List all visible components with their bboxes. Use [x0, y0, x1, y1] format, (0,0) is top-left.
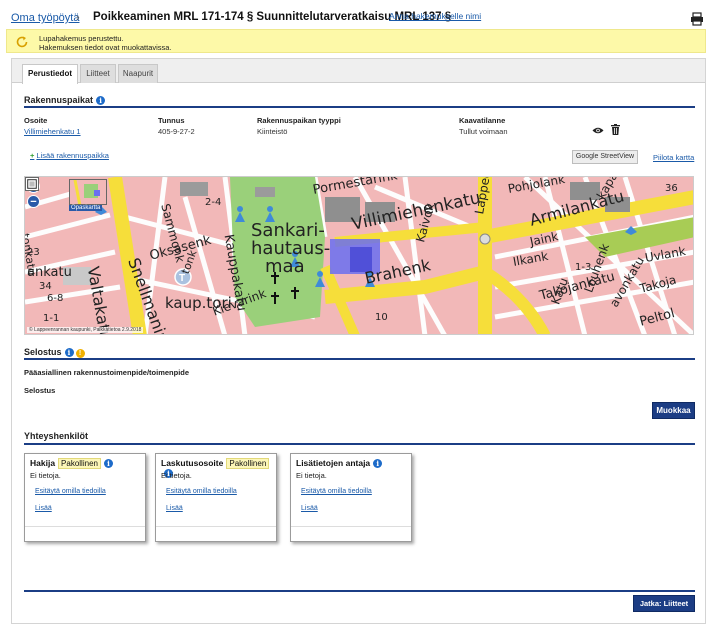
- section-divider: [24, 106, 695, 108]
- section-divider: [24, 358, 695, 360]
- prefill-link[interactable]: Esitäytä omilla tiedoilla: [35, 488, 106, 495]
- card-title-text: Hakija: [30, 458, 56, 468]
- column-header-tunnus: Tunnus: [158, 116, 185, 125]
- map-label: kaup.tori: [165, 294, 232, 312]
- no-data-text: Ei tietoja.: [296, 471, 327, 480]
- add-link[interactable]: Lisää: [166, 505, 183, 512]
- map-label: 2-4: [205, 197, 222, 208]
- warning-icon[interactable]: !: [75, 349, 85, 358]
- primary-action-label: Pääasiallinen rakennustoimenpide/toimenp…: [24, 368, 190, 377]
- required-badge: Pakollinen: [226, 458, 270, 469]
- footer-divider: [24, 590, 695, 592]
- address-link[interactable]: Villimiehenkatu 1: [24, 127, 81, 136]
- column-header-tyyppi: Rakennuspaikan tyyppi: [257, 116, 341, 125]
- tab-bar: Perustiedot Liitteet Naapurit: [12, 59, 705, 84]
- column-header-kaavatilanne: Kaavatilanne: [459, 116, 506, 125]
- rename-application-link[interactable]: Anna hakemukselle nimi: [389, 11, 481, 21]
- fullscreen-icon[interactable]: [25, 177, 39, 191]
- required-badge: Pakollinen: [58, 458, 101, 469]
- add-link[interactable]: Lisää: [301, 505, 318, 512]
- info-icon[interactable]: i: [373, 459, 383, 468]
- trash-icon[interactable]: [611, 124, 620, 135]
- no-data-text: Ei tietoja.: [30, 471, 61, 480]
- section-title-yhteyshenkilot: Yhteyshenkilöt: [24, 431, 89, 441]
- notice-line-1: Lupahakemus perustettu.: [39, 34, 124, 43]
- map-label: 1-1: [43, 313, 60, 324]
- page-header: Oma työpöytä › Poikkeaminen MRL 171-174 …: [0, 0, 724, 28]
- hide-map-link[interactable]: Piilota kartta: [653, 153, 694, 162]
- contact-card-lisatietojen-antaja: Lisätietojen antaja i Ei tietoja. Esitäyt…: [290, 453, 412, 542]
- map-view[interactable]: T Sankari- hautaus- maa Villimiehenkatu …: [24, 176, 694, 335]
- info-icon[interactable]: i: [64, 348, 74, 357]
- property-id: 405-9-27-2: [158, 127, 195, 136]
- map-label: 6-8: [47, 293, 64, 304]
- site-type: Kiinteistö: [257, 127, 288, 136]
- continue-attachments-button[interactable]: Jatka: Liitteet: [633, 595, 695, 612]
- section-title-text: Selostus: [24, 347, 62, 357]
- info-icon[interactable]: i: [103, 459, 113, 468]
- card-title-text: Lisätietojen antaja: [296, 458, 371, 468]
- streetview-button[interactable]: Google StreetView: [572, 150, 638, 164]
- section-title-rakennuspaikat: Rakennuspaikat i: [24, 95, 106, 105]
- tab-perustiedot[interactable]: Perustiedot: [22, 64, 78, 84]
- prefill-link[interactable]: Esitäytä omilla tiedoilla: [166, 488, 237, 495]
- map-label: 36: [665, 183, 678, 194]
- breadcrumb-separator: ›: [76, 12, 80, 24]
- svg-text:T: T: [179, 273, 185, 284]
- notice-line-2: Hakemuksen tiedot ovat muokattavissa.: [39, 43, 172, 52]
- map-label: maa: [265, 256, 305, 277]
- add-building-site-link[interactable]: + Lisää rakennuspaikka: [30, 151, 109, 160]
- zoning-status: Tullut voimaan: [459, 127, 508, 136]
- map-label: 1-3: [575, 262, 592, 273]
- edit-button[interactable]: Muokkaa: [652, 402, 695, 419]
- contact-card-laskutusosoite: Laskutusosoite Pakollineni Ei tietoja. Es…: [155, 453, 277, 542]
- contact-card-hakija: Hakija Pakollinen i Ei tietoja. Esitäytä o…: [24, 453, 146, 542]
- refresh-icon: [16, 36, 28, 48]
- map-overview-image: [70, 180, 106, 204]
- card-title: Lisätietojen antaja i: [296, 458, 383, 468]
- description-label: Selostus: [24, 386, 56, 395]
- map-credit: © Lappeenrannan kaupunki, Paikkatietoa 2…: [27, 327, 144, 333]
- map-label: 10: [375, 312, 388, 323]
- add-building-site-label: Lisää rakennuspaikka: [36, 151, 109, 160]
- zoom-out-button[interactable]: −: [27, 195, 40, 208]
- map-label: 23: [27, 247, 40, 258]
- map-label: 34: [39, 281, 52, 292]
- add-link[interactable]: Lisää: [35, 505, 52, 512]
- card-divider: [156, 526, 276, 527]
- tab-liitteet[interactable]: Liitteet: [80, 64, 116, 83]
- tab-naapurit[interactable]: Naapurit: [118, 64, 158, 83]
- plus-icon: +: [30, 151, 35, 160]
- section-divider: [24, 443, 695, 445]
- map-overview-label: Opaskartta: [69, 205, 103, 211]
- card-divider: [291, 526, 411, 527]
- eye-icon[interactable]: [592, 126, 604, 135]
- card-title-text: Laskutusosoite: [161, 458, 224, 468]
- info-icon[interactable]: i: [96, 96, 106, 105]
- map-overview-thumbnail[interactable]: [69, 179, 107, 205]
- card-title: Hakija Pakollinen i: [30, 458, 113, 469]
- section-title-text: Rakennuspaikat: [24, 95, 94, 105]
- no-data-text: Ei tietoja.: [161, 471, 192, 480]
- breadcrumb-link-dashboard[interactable]: Oma työpöytä: [11, 12, 79, 24]
- notice-banner: Lupahakemus perustettu. Hakemuksen tiedo…: [6, 29, 706, 53]
- card-divider: [25, 526, 145, 527]
- prefill-link[interactable]: Esitäytä omilla tiedoilla: [301, 488, 372, 495]
- column-header-osoite: Osoite: [24, 116, 48, 125]
- section-title-selostus: Selostus i!: [24, 347, 85, 358]
- printer-icon[interactable]: [690, 12, 704, 26]
